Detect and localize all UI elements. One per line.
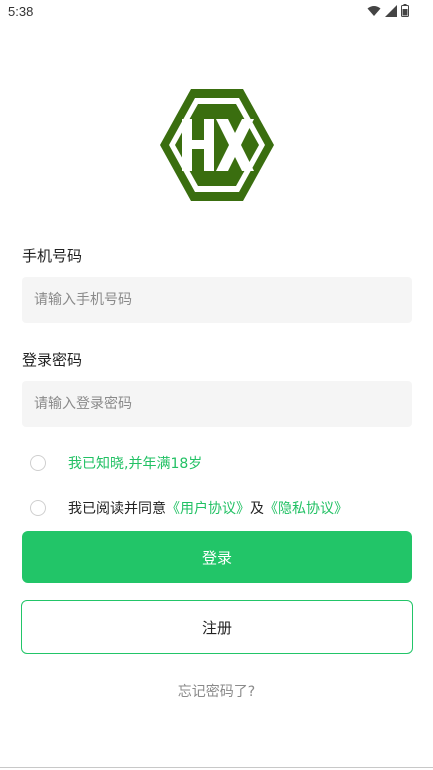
login-screen: 5:38 手机号码 请输入手机号码 登录密码 我已知晓,并年满18岁 我已阅读并…	[0, 0, 433, 770]
phone-input[interactable]	[22, 277, 412, 323]
agreement-checkbox[interactable]	[30, 500, 46, 516]
privacy-agreement-link[interactable]: 《隐私协议》	[264, 501, 348, 517]
signal-icon	[385, 4, 397, 17]
login-button[interactable]: 登录	[22, 531, 412, 583]
age-confirm-text: 我已知晓,并年满18岁	[68, 456, 203, 472]
bottom-divider	[0, 767, 433, 768]
agreement-and: 及	[250, 501, 264, 517]
age-confirm-checkbox[interactable]	[30, 455, 46, 471]
register-button[interactable]: 注册	[21, 600, 413, 654]
age-confirm-row: 我已知晓,并年满18岁	[30, 452, 202, 474]
battery-icon	[401, 4, 409, 17]
agreement-prefix: 我已阅读并同意	[68, 501, 166, 517]
password-input[interactable]	[22, 381, 412, 427]
agreement-row: 我已阅读并同意《用户协议》及《隐私协议》	[30, 497, 348, 519]
status-icons	[367, 4, 409, 17]
status-time: 5:38	[8, 4, 34, 19]
password-label: 登录密码	[22, 351, 83, 369]
status-bar: 5:38	[0, 0, 433, 24]
phone-label: 手机号码	[22, 247, 83, 265]
user-agreement-link[interactable]: 《用户协议》	[166, 501, 250, 517]
forgot-password-link[interactable]: 忘记密码了?	[0, 681, 433, 701]
app-logo: HX	[158, 86, 276, 204]
wifi-icon	[367, 5, 381, 17]
